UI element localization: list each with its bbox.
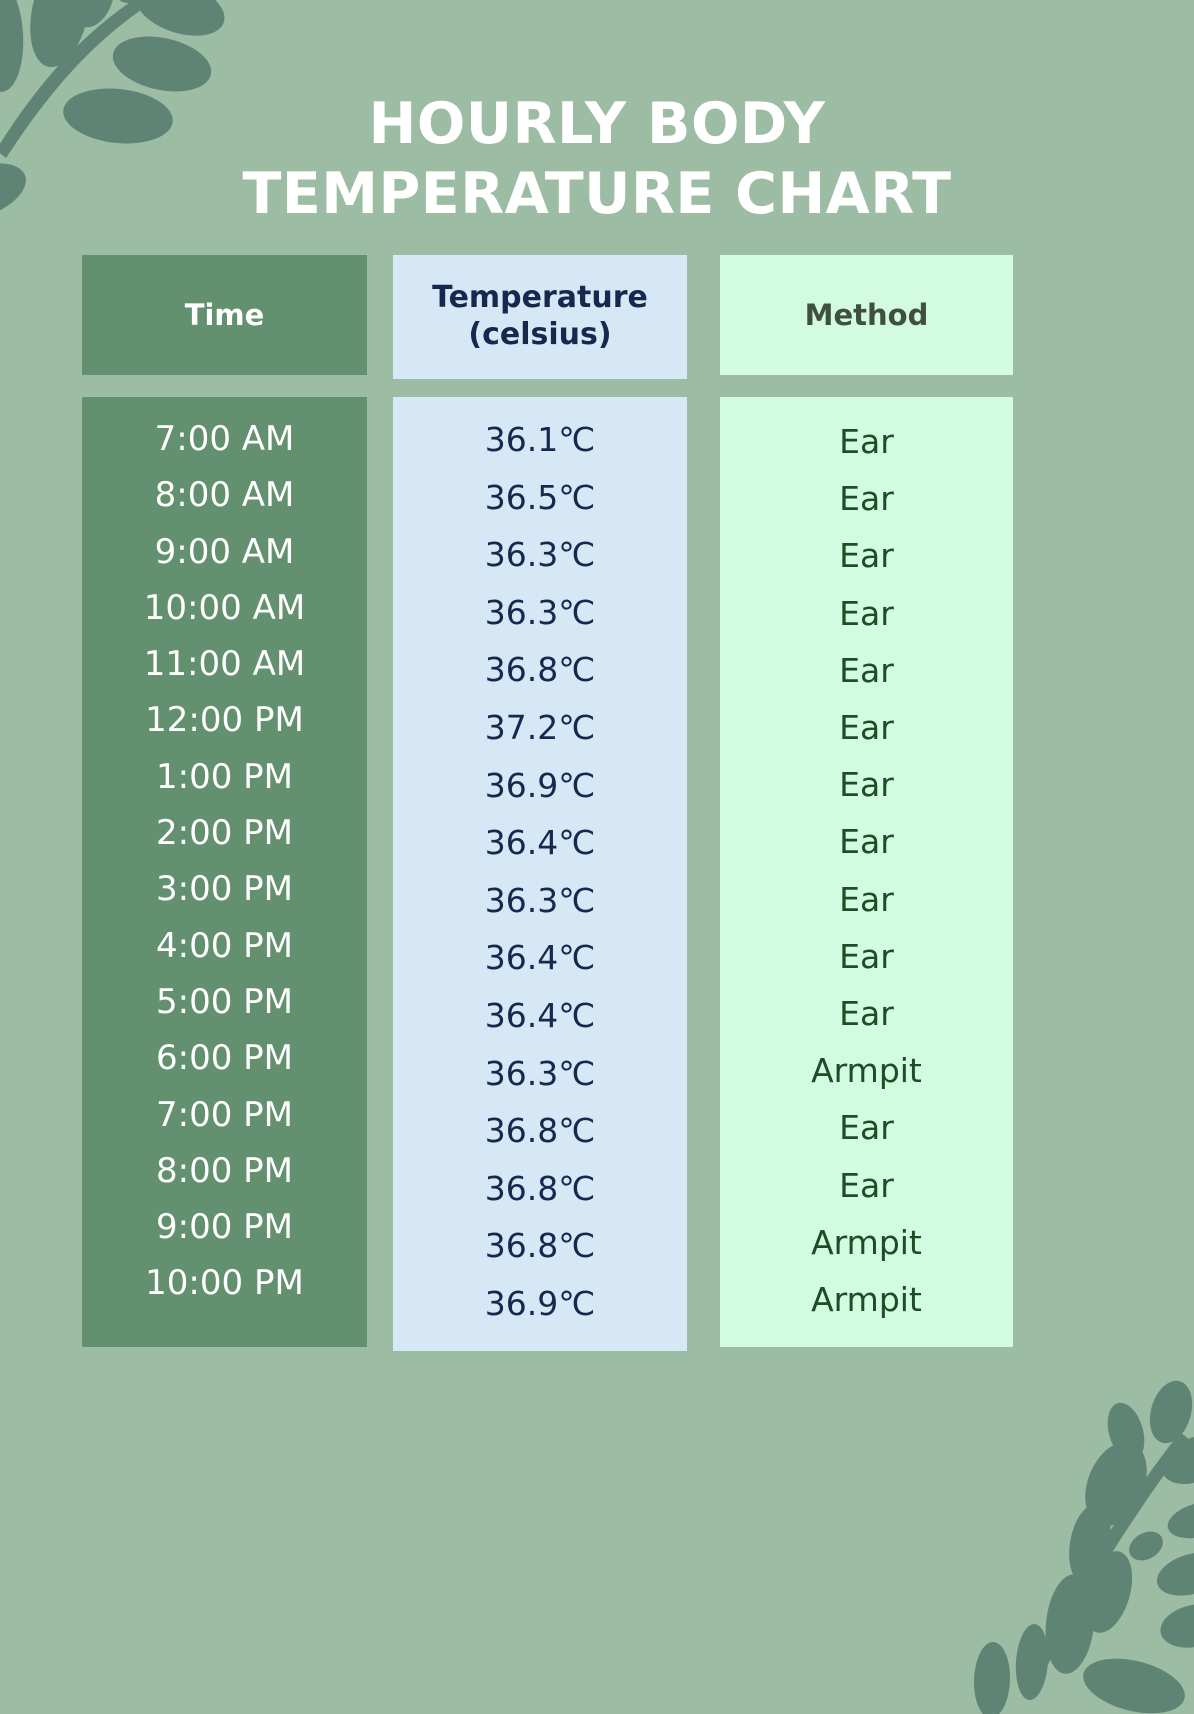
cell-temperature: 36.3℃ bbox=[484, 880, 596, 920]
leaf-decoration-bottom-right-icon bbox=[973, 1380, 1194, 1714]
column-body-time: 7:00 AM 8:00 AM 9:00 AM 10:00 AM 11:00 AM 12:… bbox=[82, 397, 367, 1347]
cell-time: 11:00 AM bbox=[143, 644, 306, 685]
cell-method: Ear bbox=[839, 936, 894, 976]
cell-method: Ear bbox=[839, 650, 894, 690]
cell-method: Ear bbox=[839, 1165, 894, 1205]
cell-time: 12:00 PM bbox=[145, 700, 304, 741]
column-time: Time 7:00 AM 8:00 AM 9:00 AM 10:00 AM 11:00 … bbox=[82, 255, 367, 1347]
cell-method: Ear bbox=[839, 593, 894, 633]
cell-temperature: 36.8℃ bbox=[484, 650, 596, 690]
cell-temperature: 36.4℃ bbox=[484, 938, 596, 978]
column-temperature: Temperature (celsius) 36.1℃ 36.5℃ 36.3℃ 36.… bbox=[393, 255, 687, 1351]
cell-temperature: 36.4℃ bbox=[484, 823, 596, 863]
cell-time: 10:00 PM bbox=[145, 1263, 304, 1304]
cell-method: Armpit bbox=[811, 1222, 922, 1262]
cell-temperature: 36.8℃ bbox=[484, 1168, 596, 1208]
column-body-method: Ear Ear Ear Ear Ear Ear Ear Ear Ear Ear Ear Armpit E… bbox=[720, 397, 1013, 1347]
column-body-temperature: 36.1℃ 36.5℃ 36.3℃ 36.3℃ 36.8℃ 37.2℃ 36.9℃ 36.4℃… bbox=[393, 397, 687, 1351]
page-title: HOURLY BODY TEMPERATURE CHART bbox=[0, 90, 1194, 229]
cell-time: 7:00 PM bbox=[156, 1094, 293, 1135]
cell-time: 8:00 PM bbox=[156, 1150, 293, 1191]
cell-temperature: 36.3℃ bbox=[484, 535, 596, 575]
cell-temperature: 36.9℃ bbox=[484, 1283, 596, 1323]
column-header-temperature-line-1: Temperature bbox=[432, 280, 648, 316]
cell-method: Ear bbox=[839, 765, 894, 805]
page-title-line-1: HOURLY BODY bbox=[368, 91, 826, 158]
cell-method: Ear bbox=[839, 879, 894, 919]
cell-temperature: 36.5℃ bbox=[484, 477, 596, 517]
cell-method: Ear bbox=[839, 708, 894, 748]
column-header-time: Time bbox=[82, 255, 367, 375]
cell-method: Ear bbox=[839, 822, 894, 862]
cell-method: Armpit bbox=[811, 1280, 922, 1320]
cell-time: 3:00 PM bbox=[156, 869, 293, 910]
cell-time: 9:00 AM bbox=[154, 531, 295, 572]
page-title-line-2: TEMPERATURE CHART bbox=[242, 160, 952, 227]
cell-method: Armpit bbox=[811, 1051, 922, 1091]
cell-method: Ear bbox=[839, 422, 894, 461]
cell-temperature: 36.8℃ bbox=[484, 1111, 596, 1151]
cell-time: 6:00 PM bbox=[156, 1038, 293, 1079]
cell-temperature: 37.2℃ bbox=[484, 707, 596, 747]
cell-method: Ear bbox=[839, 536, 894, 576]
column-method: Method Ear Ear Ear Ear Ear Ear Ear Ear Ear Ear Ear… bbox=[720, 255, 1013, 1347]
cell-temperature: 36.8℃ bbox=[484, 1226, 596, 1266]
cell-time: 2:00 PM bbox=[156, 813, 293, 854]
cell-time: 7:00 AM bbox=[154, 419, 295, 459]
cell-method: Ear bbox=[839, 1108, 894, 1148]
column-header-temperature: Temperature (celsius) bbox=[393, 255, 687, 379]
cell-time: 9:00 PM bbox=[156, 1207, 293, 1248]
cell-method: Ear bbox=[839, 479, 894, 519]
cell-temperature: 36.4℃ bbox=[484, 995, 596, 1035]
cell-time: 5:00 PM bbox=[156, 981, 293, 1022]
cell-temperature: 36.1℃ bbox=[484, 420, 596, 459]
cell-time: 4:00 PM bbox=[156, 925, 293, 966]
cell-time: 10:00 AM bbox=[143, 587, 306, 628]
column-header-temperature-line-2: (celsius) bbox=[468, 317, 612, 352]
column-header-method: Method bbox=[720, 255, 1013, 375]
cell-temperature: 36.3℃ bbox=[484, 592, 596, 632]
cell-time: 8:00 AM bbox=[154, 475, 295, 516]
cell-temperature: 36.3℃ bbox=[484, 1053, 596, 1093]
cell-method: Ear bbox=[839, 994, 894, 1034]
cell-temperature: 36.9℃ bbox=[484, 765, 596, 805]
cell-time: 1:00 PM bbox=[156, 756, 293, 797]
